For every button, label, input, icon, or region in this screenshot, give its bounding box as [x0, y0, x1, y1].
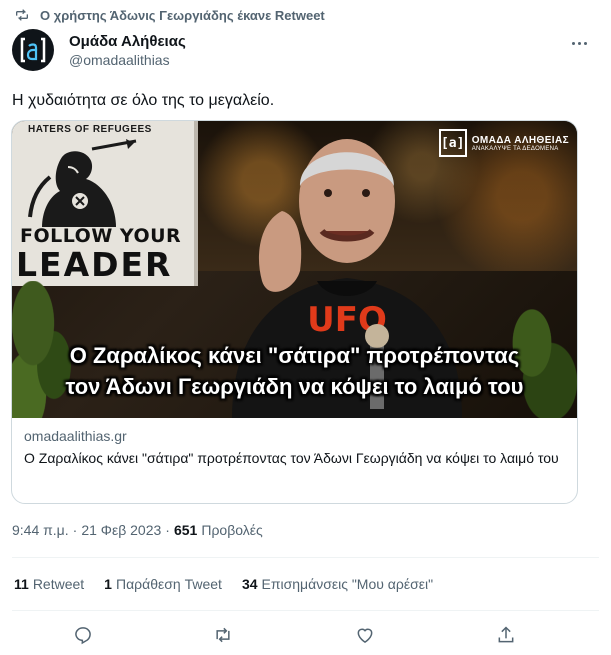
divider	[12, 557, 599, 558]
reply-button[interactable]	[72, 624, 94, 646]
link-card[interactable]: HATERS OF REFUGEES FOLLOW YOUR LEADER UF…	[11, 120, 578, 504]
tweet-text: Η χυδαιότητα σε όλο της το μεγαλείο.	[12, 92, 275, 109]
likes-count: 34	[241, 576, 258, 592]
poster-line-1: FOLLOW YOUR	[20, 225, 182, 247]
video-caption-line-1: Ο Ζαραλίκος κάνει "σάτιρα" προτρέποντας	[69, 343, 520, 368]
poster: HATERS OF REFUGEES FOLLOW YOUR LEADER	[12, 121, 198, 286]
retweets-label: Retweet	[32, 576, 85, 592]
retweet-small-icon	[16, 9, 28, 21]
share-button[interactable]	[495, 624, 517, 646]
video-logo-tagline: ΑΝΑΚΑΛΥΨΕ ΤΑ ΔΕΔΟΜΕΝΑ	[471, 145, 559, 152]
meta-separator: ·	[72, 522, 78, 538]
like-icon	[357, 628, 373, 643]
retweets-count: 11	[14, 576, 29, 592]
retweets-stat[interactable]: 11 Retweet	[14, 576, 84, 592]
video-logo: [a] ΟΜΑΔΑ ΑΛΗΘΕΙΑΣ ΑΝΑΚΑΛΥΨΕ ΤΑ ΔΕΔΟΜΕΝΑ	[438, 129, 569, 157]
stencil-figure-icon	[28, 139, 137, 227]
likes-stat[interactable]: 34 Επισημάνσεις "Μου αρέσει"	[242, 576, 433, 592]
poster-line-2: LEADER	[16, 245, 173, 284]
card-info: omadaalithias.gr Ο Ζαραλίκος κάνει "σάτι…	[12, 418, 577, 468]
video-logo-name: ΟΜΑΔΑ ΑΛΗΘΕΙΑΣ	[471, 134, 569, 146]
like-button[interactable]	[354, 624, 376, 646]
tweet-author: Ομάδα Αλήθειας @omadaalithias	[12, 28, 599, 72]
tweet-time[interactable]: 9:44 π.μ.	[12, 522, 69, 538]
retweet-notice[interactable]: Ο χρήστης Άδωνις Γεωργιάδης έκανε Retwee…	[14, 5, 325, 25]
card-image: HATERS OF REFUGEES FOLLOW YOUR LEADER UF…	[12, 121, 577, 418]
more-dot-icon	[583, 41, 587, 45]
meta-separator: ·	[165, 522, 170, 538]
views-count: 651	[173, 522, 198, 538]
retweet-button[interactable]	[212, 624, 234, 646]
quotes-count: 1	[104, 576, 112, 592]
views-label: Προβολές	[201, 522, 263, 538]
divider	[12, 610, 599, 611]
poster-top-text: HATERS OF REFUGEES	[28, 124, 152, 135]
more-dot-icon	[577, 41, 581, 45]
likes-label: Επισημάνσεις "Μου αρέσει"	[261, 576, 434, 592]
reply-icon	[75, 627, 91, 645]
more-dot-icon	[571, 41, 575, 45]
tweet-meta: 9:44 π.μ. · 21 Φεβ 2023 · 651 Προβολές	[12, 522, 263, 538]
share-icon	[498, 626, 514, 643]
card-domain: omadaalithias.gr	[24, 428, 127, 444]
tweet-date[interactable]: 21 Φεβ 2023	[81, 522, 161, 538]
author-display-name[interactable]: Ομάδα Αλήθειας	[69, 33, 186, 50]
more-options-button[interactable]	[567, 34, 591, 52]
card-title: Ο Ζαραλίκος κάνει "σάτιρα" προτρέποντας …	[24, 450, 559, 466]
tweet-stats: 11 Retweet 1 Παράθεση Tweet 34 Επισημάνσ…	[14, 576, 433, 592]
tweet-actions	[0, 622, 611, 650]
quotes-stat[interactable]: 1 Παράθεση Tweet	[104, 576, 222, 592]
video-caption-line-2: τον Άδωνι Γεωργιάδη να κόψει το λαιμό το…	[65, 374, 524, 399]
author-names: Ομάδα Αλήθειας @omadaalithias	[69, 33, 186, 68]
quotes-label: Παράθεση Tweet	[115, 576, 222, 592]
author-handle[interactable]: @omadaalithias	[69, 52, 186, 68]
retweet-icon	[216, 627, 230, 643]
bracket-a-logo-icon	[20, 37, 46, 63]
video-logo-box: [a]	[438, 129, 467, 157]
avatar[interactable]	[12, 29, 54, 71]
retweet-notice-text: Ο χρήστης Άδωνις Γεωργιάδης έκανε Retwee…	[40, 7, 325, 23]
